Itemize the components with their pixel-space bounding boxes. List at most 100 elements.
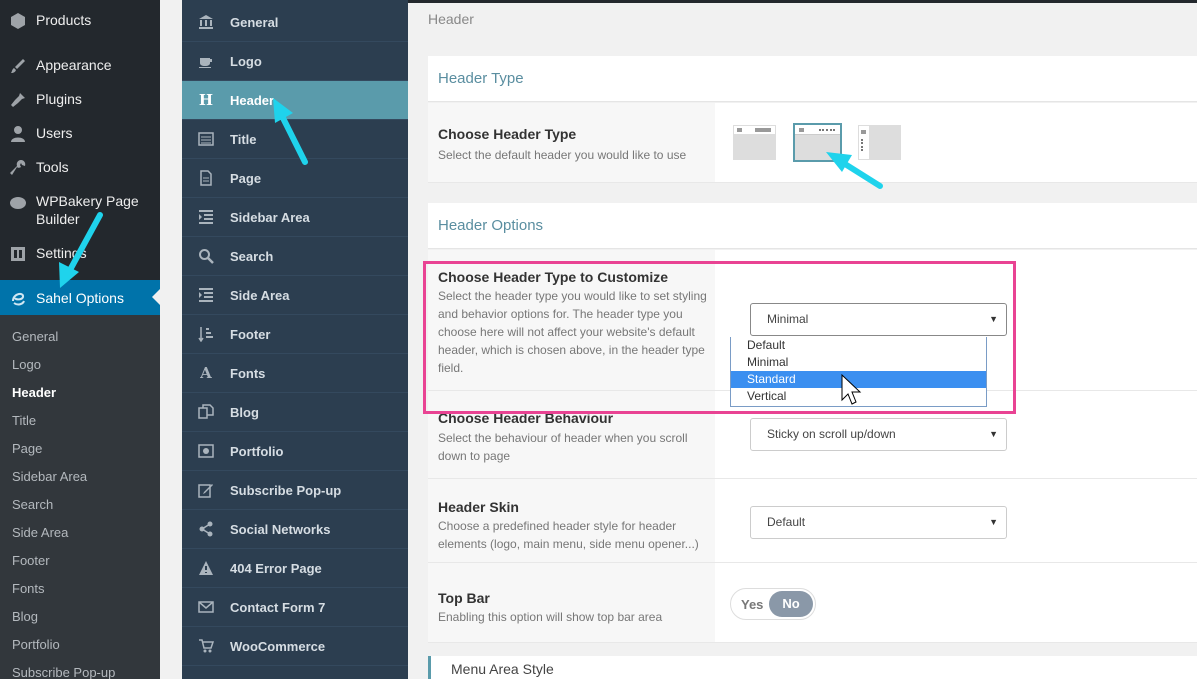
options-nav-footer[interactable]: Footer (182, 315, 408, 354)
edit-icon (198, 482, 214, 498)
top-strip (408, 0, 1197, 3)
options-nav-label: Header (230, 92, 275, 108)
submenu-header[interactable]: Header (0, 379, 160, 407)
submenu-portfolio[interactable]: Portfolio (0, 631, 160, 659)
options-nav-title[interactable]: Title (182, 120, 408, 159)
menu-area-style-title: Menu Area Style (451, 661, 554, 677)
cart-icon (198, 638, 214, 654)
row-header-skin: Header Skin Choose a predefined header s… (428, 479, 1197, 563)
wp-menu-products[interactable]: Products (0, 11, 160, 31)
row-title: Header Skin (438, 499, 519, 515)
indent-icon (198, 209, 214, 225)
submenu-blog[interactable]: Blog (0, 603, 160, 631)
options-nav-sidebar-area[interactable]: Sidebar Area (182, 198, 408, 237)
options-nav-label: Logo (230, 53, 262, 69)
options-nav-label: Search (230, 248, 274, 264)
sort-icon (198, 326, 214, 342)
wp-menu-label: Products (36, 12, 92, 28)
row-description: Choose a predefined header style for hea… (438, 519, 699, 551)
options-nav-fonts[interactable]: A Fonts (182, 354, 408, 393)
options-nav-woocommerce[interactable]: WooCommerce (182, 627, 408, 666)
top-bar-toggle[interactable]: Yes No (730, 588, 816, 620)
row-choose-header-type: Choose Header Type Select the default he… (428, 103, 1197, 183)
options-nav-label: Page (230, 170, 262, 186)
wp-menu-users[interactable]: Users (0, 124, 160, 144)
wp-submenu: General Logo Header Title Page Sidebar A… (0, 315, 160, 679)
options-nav: General Logo H Header Title Page Sidebar… (182, 0, 408, 679)
header-type-vertical-thumb[interactable] (858, 125, 901, 160)
wp-menu-wpbakery[interactable]: WPBakery Page Builder (0, 192, 160, 228)
options-nav-label: Sidebar Area (230, 209, 310, 225)
page-title: Header (428, 11, 474, 27)
indent-icon (198, 287, 214, 303)
section-header-type: Header Type (428, 56, 1197, 102)
options-nav-label: Footer (230, 326, 271, 342)
h-letter-icon: H (198, 91, 214, 109)
options-nav-label: Side Area (230, 287, 290, 303)
options-nav-social-networks[interactable]: Social Networks (182, 510, 408, 549)
copy-icon (198, 404, 214, 420)
submenu-footer[interactable]: Footer (0, 547, 160, 575)
options-nav-logo[interactable]: Logo (182, 42, 408, 81)
menu-area-style-section[interactable]: Menu Area Style (428, 656, 1197, 679)
sidebar-gap (160, 0, 182, 679)
search-icon (198, 248, 214, 264)
wp-menu-label: Plugins (36, 91, 82, 107)
options-nav-label: Contact Form 7 (230, 599, 326, 615)
wp-menu-label: Settings (36, 245, 87, 261)
options-nav-general[interactable]: General (182, 3, 408, 42)
options-nav-portfolio[interactable]: Portfolio (182, 432, 408, 471)
submenu-side-area[interactable]: Side Area (0, 519, 160, 547)
row-description: Enabling this option will show top bar a… (438, 610, 663, 624)
submenu-subscribe-popup[interactable]: Subscribe Pop-up (0, 659, 160, 679)
options-nav-subscribe-popup[interactable]: Subscribe Pop-up (182, 471, 408, 510)
submenu-logo[interactable]: Logo (0, 351, 160, 379)
options-nav-label: Social Networks (230, 521, 331, 537)
wp-menu-tools[interactable]: Tools (0, 158, 160, 178)
header-skin-select[interactable]: Default ▼ (750, 506, 1007, 539)
options-nav-label: Blog (230, 404, 259, 420)
submenu-page[interactable]: Page (0, 435, 160, 463)
annotation-highlight-box (423, 261, 1016, 414)
wp-menu-plugins[interactable]: Plugins (0, 90, 160, 110)
submenu-sidebar-area[interactable]: Sidebar Area (0, 463, 160, 491)
section-title: Header Options (438, 217, 544, 234)
submenu-fonts[interactable]: Fonts (0, 575, 160, 603)
options-nav-404-error-page[interactable]: 404 Error Page (182, 549, 408, 588)
wp-menu-appearance[interactable]: Appearance (0, 56, 160, 76)
wp-menu-label: Appearance (36, 57, 112, 73)
options-nav-contact-form-7[interactable]: Contact Form 7 (182, 588, 408, 627)
wp-menu-settings[interactable]: Settings (0, 244, 160, 264)
section-header-options: Header Options (428, 203, 1197, 249)
file-icon (198, 170, 214, 186)
select-value: Default (767, 515, 806, 529)
coffee-icon (198, 53, 214, 69)
chevron-down-icon: ▼ (989, 429, 998, 439)
settings-icon (8, 244, 28, 264)
toggle-yes[interactable]: Yes (741, 597, 763, 612)
toggle-no[interactable]: No (769, 591, 813, 617)
options-nav-blog[interactable]: Blog (182, 393, 408, 432)
share-icon (198, 521, 214, 537)
user-icon (8, 124, 28, 144)
wp-menu-label: Tools (36, 159, 69, 175)
options-nav-side-area[interactable]: Side Area (182, 276, 408, 315)
header-type-default-thumb[interactable] (733, 125, 776, 160)
options-nav-header[interactable]: H Header (182, 81, 408, 120)
wp-menu-sahel-options[interactable]: Sahel Options (0, 280, 160, 315)
submenu-title[interactable]: Title (0, 407, 160, 435)
page: Products Appearance Plugins Users Tools … (0, 0, 1197, 679)
options-nav-page[interactable]: Page (182, 159, 408, 198)
options-nav-label: Subscribe Pop-up (230, 482, 342, 498)
products-icon (8, 11, 28, 31)
wp-admin-sidebar: Products Appearance Plugins Users Tools … (0, 0, 160, 679)
wp-menu-label: WPBakery Page Builder (36, 193, 139, 227)
submenu-general[interactable]: General (0, 323, 160, 351)
header-type-minimal-thumb[interactable] (793, 123, 842, 162)
font-icon: A (200, 364, 212, 382)
header-behaviour-select[interactable]: Sticky on scroll up/down ▼ (750, 418, 1007, 451)
submenu-search[interactable]: Search (0, 491, 160, 519)
options-nav-label: Title (230, 131, 257, 147)
list-icon (198, 131, 214, 147)
options-nav-search[interactable]: Search (182, 237, 408, 276)
